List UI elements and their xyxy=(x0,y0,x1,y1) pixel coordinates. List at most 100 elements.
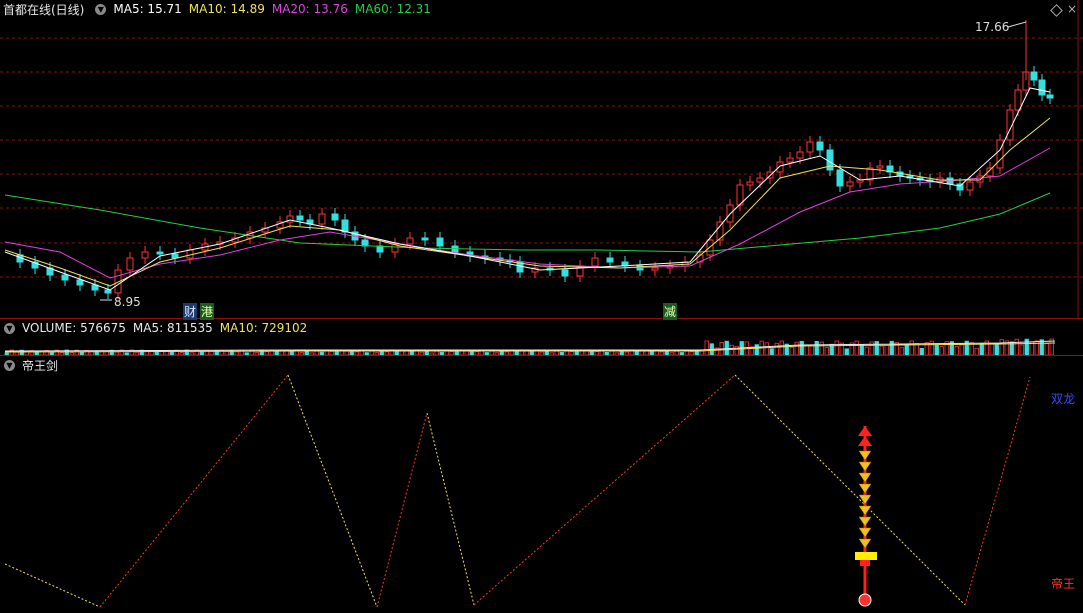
volume-bar xyxy=(624,351,629,355)
volume-bar xyxy=(254,352,259,355)
candle-body xyxy=(1030,71,1038,81)
volume-bar xyxy=(689,351,694,355)
candlestick-chart[interactable] xyxy=(0,0,1083,318)
signal-ball-icon xyxy=(858,593,872,607)
volume-bar xyxy=(999,339,1004,355)
candle-body xyxy=(591,257,599,267)
candle-body xyxy=(796,151,804,159)
volume-bar xyxy=(134,351,139,355)
volume-bar xyxy=(234,351,239,355)
butterfly-icon xyxy=(858,494,872,505)
volume-bar xyxy=(439,351,444,355)
volume-bar xyxy=(834,340,839,355)
ma5-line xyxy=(4,87,1051,291)
volume-bar xyxy=(994,343,999,355)
butterfly-icon xyxy=(858,516,872,527)
volume-bar xyxy=(79,351,84,355)
volume-bar xyxy=(1014,338,1019,355)
volume-panel: ▼ VOLUME: 576675 MA5: 811535 MA10: 72910… xyxy=(0,319,1083,356)
volume-bar xyxy=(244,352,249,355)
volume-bar xyxy=(824,346,829,355)
close-icon[interactable]: × xyxy=(1067,2,1077,16)
zigzag-segment xyxy=(964,376,1031,606)
candle-body xyxy=(1038,79,1046,96)
candle-body xyxy=(776,161,784,173)
volume-bar xyxy=(734,345,739,355)
ma10-line xyxy=(4,117,1051,287)
volume-bar xyxy=(494,352,499,355)
marker-gang[interactable]: 港 xyxy=(200,303,215,320)
indicator-panel: ▼ 帝王剑 双龙 帝王 xyxy=(0,356,1083,613)
volume-bar xyxy=(4,352,9,355)
volume-bar xyxy=(604,351,609,355)
candle-body xyxy=(1046,94,1054,99)
volume-bar xyxy=(769,348,774,355)
volume-bar xyxy=(864,346,869,355)
volume-bar xyxy=(934,344,939,355)
volume-bar xyxy=(704,340,709,355)
candle-body xyxy=(966,181,974,191)
volume-bar xyxy=(179,352,184,355)
candle-body xyxy=(296,215,304,221)
volume-bar xyxy=(559,351,564,355)
indicator-chart[interactable] xyxy=(0,356,1083,613)
volume-bar xyxy=(384,351,389,355)
volume-bar xyxy=(1019,344,1024,355)
volume-bar xyxy=(844,348,849,355)
volume-bar xyxy=(124,352,129,355)
volume-chart[interactable] xyxy=(0,319,1083,355)
candle-body xyxy=(331,213,339,221)
candle-body xyxy=(561,269,569,277)
zigzag-segment xyxy=(376,412,428,608)
volume-bar xyxy=(649,350,654,355)
candle-body xyxy=(1014,89,1022,111)
candle-body xyxy=(651,267,659,271)
volume-bar xyxy=(419,351,424,355)
zigzag-segment xyxy=(287,374,378,608)
volume-bar xyxy=(549,352,554,355)
candle-body xyxy=(996,139,1004,169)
candle-body xyxy=(156,251,164,255)
volume-bar xyxy=(224,350,229,355)
candle-body xyxy=(361,239,369,247)
volume-bar xyxy=(364,352,369,355)
candle-body xyxy=(406,237,414,245)
zigzag-segment xyxy=(473,374,736,606)
volume-bar xyxy=(514,350,519,355)
butterfly-icon xyxy=(858,450,872,461)
marker-jian[interactable]: 减 xyxy=(663,303,678,320)
volume-bar xyxy=(289,351,294,355)
volume-bar xyxy=(114,351,119,355)
candle-body xyxy=(171,253,179,259)
volume-bar xyxy=(299,351,304,355)
volume-bar xyxy=(909,340,914,355)
zigzag-segment xyxy=(734,374,966,606)
volume-bar xyxy=(884,345,889,355)
zigzag-segment xyxy=(426,412,475,606)
candle-body xyxy=(816,141,824,151)
volume-bar xyxy=(889,340,894,355)
candle-body xyxy=(756,177,764,183)
signal-block xyxy=(860,560,870,566)
volume-bar xyxy=(959,344,964,355)
main-chart-panel: 首都在线(日线) ▼ MA5: 15.71 MA10: 14.89 MA20: … xyxy=(0,0,1083,320)
volume-bar xyxy=(669,352,674,355)
marker-cai[interactable]: 财 xyxy=(183,303,198,320)
volume-bar xyxy=(394,350,399,355)
high-price-label: 17.66 xyxy=(975,20,1010,34)
volume-bar xyxy=(69,352,74,355)
volume-bar xyxy=(989,343,994,355)
volume-bar xyxy=(569,351,574,355)
volume-bar xyxy=(594,351,599,355)
volume-bar xyxy=(374,352,379,355)
volume-bar xyxy=(529,350,534,355)
butterfly-icon xyxy=(858,527,872,538)
volume-bar xyxy=(799,340,804,355)
volume-bar xyxy=(464,350,469,355)
low-price-label: 8.95 xyxy=(114,295,141,309)
candle-body xyxy=(746,181,754,186)
volume-bar xyxy=(819,341,824,355)
candle-body xyxy=(76,279,84,286)
candle-body xyxy=(318,213,326,225)
ma60-line xyxy=(4,192,1051,253)
